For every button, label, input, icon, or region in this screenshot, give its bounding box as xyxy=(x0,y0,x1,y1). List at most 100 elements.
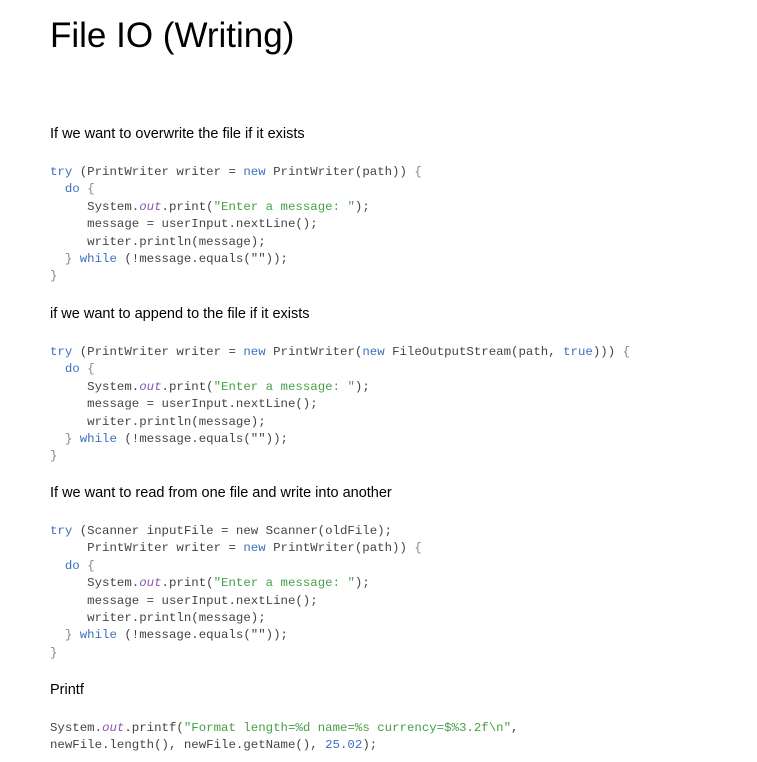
code-token: } xyxy=(50,645,58,660)
code-token: message = userInput.nextLine(); xyxy=(50,593,318,608)
code-token: 25.02 xyxy=(325,738,363,753)
code-token: { xyxy=(87,182,95,197)
code-token: new xyxy=(243,345,266,359)
code-token: (!message.equals("")); xyxy=(116,432,288,447)
code-token: do xyxy=(64,558,80,573)
code-token: try xyxy=(50,524,73,538)
code-token: out xyxy=(139,576,162,591)
code-token: { xyxy=(87,558,95,573)
page-title: File IO (Writing) xyxy=(50,16,295,55)
code-line: System.out.print("Enter a message: "); xyxy=(50,200,370,214)
code-line: writer.println(message); xyxy=(50,234,266,249)
code-token: new xyxy=(243,541,266,556)
code-line: message = userInput.nextLine(); xyxy=(50,397,318,411)
code-line: } xyxy=(50,646,57,660)
code-token: ))) xyxy=(592,345,623,359)
code-block-printf: System.out.printf("Format length=%d name… xyxy=(50,720,518,755)
code-token: (Scanner inputFile = new Scanner(oldFile… xyxy=(72,524,393,538)
code-line: writer.println(message); xyxy=(50,414,266,429)
code-token: { xyxy=(622,345,631,359)
code-line: do { xyxy=(50,559,95,573)
code-token: true xyxy=(563,345,593,359)
code-token: while xyxy=(79,432,117,447)
code-token: ); xyxy=(362,738,378,753)
code-line: } xyxy=(50,449,57,463)
code-line: writer.println(message); xyxy=(50,611,266,626)
code-token: System. xyxy=(50,379,140,394)
code-token: ); xyxy=(354,379,370,394)
code-token: PrintWriter writer = xyxy=(50,541,244,556)
code-token: out xyxy=(139,379,162,394)
code-token: message = userInput.nextLine(); xyxy=(50,397,318,412)
code-token: System. xyxy=(50,576,140,591)
code-line: } xyxy=(50,269,57,283)
code-line: } while (!message.equals("")); xyxy=(50,252,288,266)
code-block-read-write: try (Scanner inputFile = new Scanner(old… xyxy=(50,523,422,662)
code-token: System. xyxy=(50,721,103,735)
code-block-append: try (PrintWriter writer = new PrintWrite… xyxy=(50,344,630,466)
section-heading-overwrite: If we want to overwrite the file if it e… xyxy=(50,126,305,142)
code-token: writer.println(message); xyxy=(50,234,266,249)
code-block-overwrite: try (PrintWriter writer = new PrintWrite… xyxy=(50,164,422,286)
code-token: (!message.equals("")); xyxy=(116,252,288,267)
code-token: .print( xyxy=(161,576,214,591)
code-token: do xyxy=(64,362,80,377)
code-token: { xyxy=(414,541,422,556)
code-token: FileOutputStream(path, xyxy=(384,345,564,359)
code-line: } while (!message.equals("")); xyxy=(50,432,288,446)
code-line: try (Scanner inputFile = new Scanner(old… xyxy=(50,524,392,538)
code-token: System. xyxy=(50,199,140,214)
code-token: newFile.length(), newFile.getName(), xyxy=(50,738,326,753)
code-token: PrintWriter(path)) xyxy=(265,541,415,556)
code-token: try xyxy=(50,345,73,359)
code-token: out xyxy=(139,199,162,214)
code-token: PrintWriter(path)) xyxy=(265,165,415,179)
section-heading-printf: Printf xyxy=(50,682,84,698)
code-line: } while (!message.equals("")); xyxy=(50,628,288,642)
code-line: System.out.print("Enter a message: "); xyxy=(50,576,370,590)
code-line: System.out.print("Enter a message: "); xyxy=(50,380,370,394)
code-token: while xyxy=(79,628,117,643)
code-line: try (PrintWriter writer = new PrintWrite… xyxy=(50,345,630,359)
code-line: try (PrintWriter writer = new PrintWrite… xyxy=(50,165,422,179)
code-token: try xyxy=(50,165,73,179)
code-token: "Enter a message: " xyxy=(213,199,355,214)
code-token: ); xyxy=(354,199,370,214)
code-token: new xyxy=(243,165,266,179)
code-line: do { xyxy=(50,362,95,376)
section-heading-read-write: If we want to read from one file and wri… xyxy=(50,485,392,501)
code-token: "Enter a message: " xyxy=(213,379,355,394)
code-token: .printf( xyxy=(124,721,184,735)
code-token: } xyxy=(50,269,58,284)
code-token: ); xyxy=(354,576,370,591)
code-line: do { xyxy=(50,182,95,196)
code-token: .print( xyxy=(161,199,214,214)
code-token: message = userInput.nextLine(); xyxy=(50,217,318,232)
code-token: (!message.equals("")); xyxy=(116,628,288,643)
code-token: while xyxy=(79,252,117,267)
code-line: System.out.printf("Format length=%d name… xyxy=(50,721,518,735)
code-token: } xyxy=(50,449,58,464)
code-token: , xyxy=(511,721,519,735)
code-token: writer.println(message); xyxy=(50,611,266,626)
code-token: writer.println(message); xyxy=(50,414,266,429)
code-token: out xyxy=(102,721,125,735)
code-token: new xyxy=(362,345,385,359)
code-token: (PrintWriter writer = xyxy=(72,345,244,359)
code-token: .print( xyxy=(161,379,214,394)
code-token: (PrintWriter writer = xyxy=(72,165,244,179)
code-token: { xyxy=(414,165,422,179)
code-line: message = userInput.nextLine(); xyxy=(50,594,318,608)
code-line: newFile.length(), newFile.getName(), 25.… xyxy=(50,738,377,752)
code-token: do xyxy=(64,182,80,197)
code-token: { xyxy=(87,362,95,377)
